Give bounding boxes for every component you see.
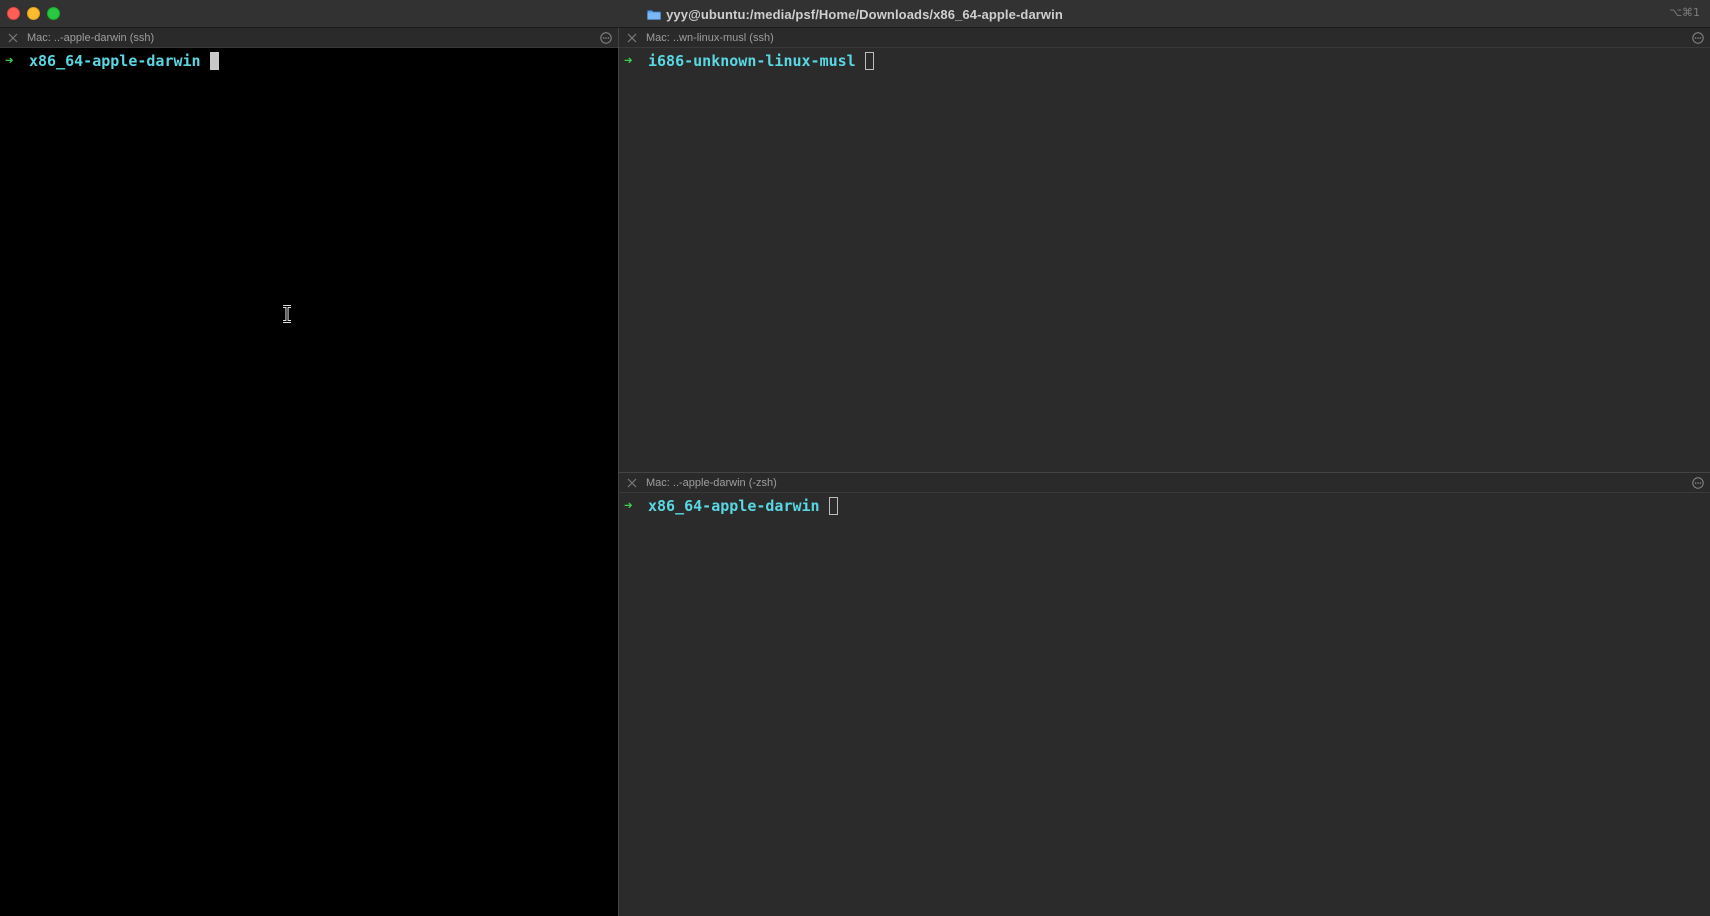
prompt-arrow-icon: ➜ bbox=[624, 53, 633, 69]
ellipsis-circle-icon[interactable] bbox=[1692, 32, 1704, 44]
pane-tab[interactable]: Mac: ..wn-linux-musl (ssh) bbox=[619, 28, 1710, 48]
folder-icon bbox=[647, 9, 661, 20]
pane-tab[interactable]: Mac: ..-apple-darwin (ssh) bbox=[0, 28, 618, 48]
ibeam-cursor-icon bbox=[281, 305, 293, 323]
text-cursor bbox=[209, 52, 219, 70]
terminal-output[interactable]: ➜ i686-unknown-linux-musl bbox=[619, 48, 1710, 472]
pane-tab[interactable]: Mac: ..-apple-darwin (-zsh) bbox=[619, 473, 1710, 493]
prompt-line: ➜ x86_64-apple-darwin bbox=[624, 495, 838, 517]
prompt-cwd: x86_64-apple-darwin bbox=[648, 497, 820, 515]
text-cursor bbox=[864, 52, 874, 70]
window-shortcut-label: ⌥⌘1 bbox=[1669, 6, 1700, 19]
pane-tab-title: Mac: ..wn-linux-musl (ssh) bbox=[646, 31, 774, 44]
close-icon[interactable] bbox=[627, 478, 637, 488]
terminal-output[interactable]: ➜ x86_64-apple-darwin bbox=[619, 493, 1710, 916]
prompt-cwd: i686-unknown-linux-musl bbox=[648, 52, 856, 70]
close-icon[interactable] bbox=[8, 33, 18, 43]
pane-tab-title: Mac: ..-apple-darwin (-zsh) bbox=[646, 476, 777, 489]
terminal-pane-left[interactable]: Mac: ..-apple-darwin (ssh) ➜ x86_64-appl… bbox=[0, 28, 618, 916]
text-cursor bbox=[828, 497, 838, 515]
terminal-pane-bottom-right[interactable]: Mac: ..-apple-darwin (-zsh) ➜ x86_64-app… bbox=[619, 473, 1710, 916]
title-bar[interactable]: yyy@ubuntu:/media/psf/Home/Downloads/x86… bbox=[0, 0, 1710, 28]
pane-tab-title: Mac: ..-apple-darwin (ssh) bbox=[27, 31, 155, 44]
window-title: yyy@ubuntu:/media/psf/Home/Downloads/x86… bbox=[666, 6, 1063, 22]
ellipsis-circle-icon[interactable] bbox=[600, 32, 612, 44]
window-title-group: yyy@ubuntu:/media/psf/Home/Downloads/x86… bbox=[0, 0, 1710, 28]
prompt-arrow-icon: ➜ bbox=[5, 53, 14, 69]
prompt-line: ➜ x86_64-apple-darwin bbox=[5, 50, 219, 72]
terminal-window: yyy@ubuntu:/media/psf/Home/Downloads/x86… bbox=[0, 0, 1710, 916]
prompt-line: ➜ i686-unknown-linux-musl bbox=[624, 50, 874, 72]
prompt-arrow-icon: ➜ bbox=[624, 498, 633, 514]
terminal-output[interactable]: ➜ x86_64-apple-darwin bbox=[0, 48, 618, 916]
prompt-cwd: x86_64-apple-darwin bbox=[29, 52, 201, 70]
close-icon[interactable] bbox=[627, 33, 637, 43]
terminal-pane-top-right[interactable]: Mac: ..wn-linux-musl (ssh) ➜ i686-unknow… bbox=[619, 28, 1710, 472]
ellipsis-circle-icon[interactable] bbox=[1692, 477, 1704, 489]
